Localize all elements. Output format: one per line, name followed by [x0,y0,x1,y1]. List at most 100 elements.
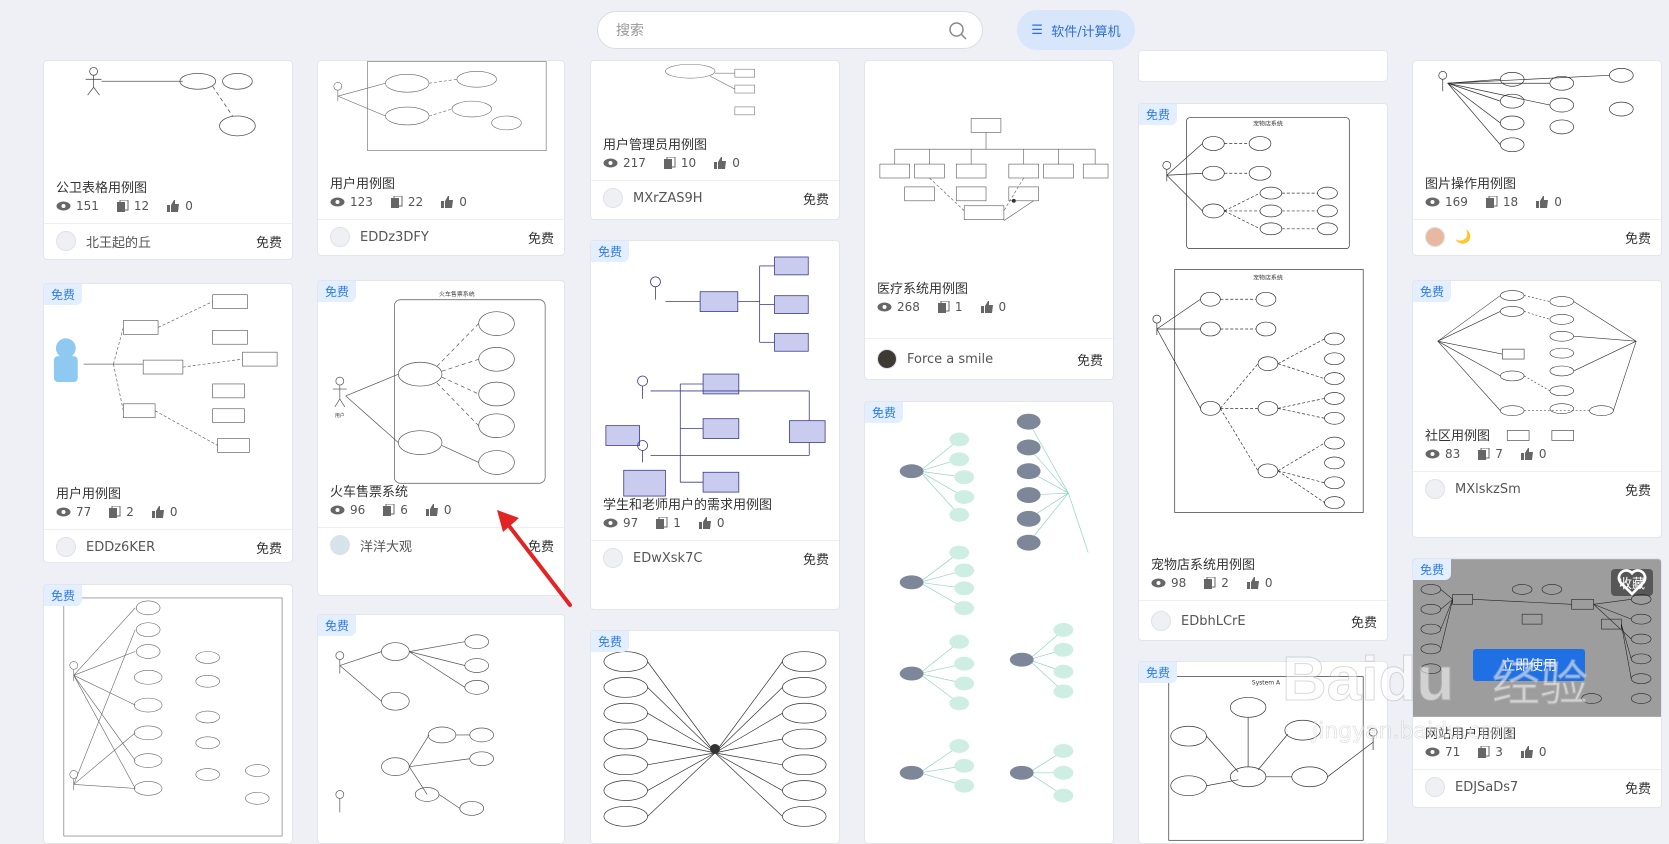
template-card[interactable]: 用户管理员用例图 217 10 0 MXrZAS9H 免费 [590,60,840,220]
search-box[interactable] [597,11,983,49]
avatar[interactable] [1425,777,1445,797]
template-card[interactable]: 图片操作用例图 169 18 0 🌙 免费 [1412,60,1662,256]
avatar[interactable] [877,349,897,369]
divider [1413,471,1661,472]
diagram-thumbnail[interactable] [591,631,839,843]
avatar[interactable] [330,227,350,247]
price-label: 免费 [1624,231,1651,247]
author-name[interactable]: EDDz6KER [86,540,155,555]
menu-icon: ☰ [1031,22,1043,38]
copy-icon [1485,196,1498,208]
copy-count: 18 [1502,195,1519,209]
diagram-thumbnail[interactable] [1413,281,1661,449]
heart-icon [1617,569,1647,596]
price-label: 免费 [802,192,829,208]
diagram-thumbnail[interactable] [591,61,839,131]
template-card[interactable]: 免费 [1138,103,1388,641]
view-count: 268 [897,300,920,314]
card-title[interactable]: 用户管理员用例图 [603,134,707,153]
free-badge: 免费 [44,284,83,305]
avatar[interactable] [330,535,350,555]
card-title[interactable]: 社区用例图 [1425,425,1490,444]
free-badge: 免费 [865,402,904,423]
diagram-thumbnail[interactable]: 火车售票系统 用户 [318,281,564,506]
template-card[interactable]: 免费 [864,401,1114,844]
thumb-up-icon [425,504,438,516]
template-card[interactable]: 免费 社区用例图 83 7 0 MXlskzSm 免费 [1412,280,1662,538]
diagram-thumbnail[interactable] [591,241,839,521]
diagram-thumbnail[interactable] [865,402,1113,843]
avatar[interactable] [56,537,76,557]
diagram-thumbnail[interactable] [44,284,292,469]
free-badge: 免费 [591,631,630,652]
copy-icon [1204,577,1216,589]
author-row: EDJSaDs7 免费 [1425,777,1651,797]
favorite-button[interactable]: 收藏 [1610,569,1653,596]
template-card[interactable]: 免费 用户用例图 77 2 0 EDDz6KER 免费 [43,283,293,563]
diagram-thumbnail[interactable] [44,61,292,171]
template-card[interactable]: 免费 [317,614,565,844]
author-name[interactable]: 洋洋大观 [360,536,412,555]
diagram-thumbnail[interactable] [318,61,564,169]
author-name[interactable]: EDbhLCrE [1181,614,1246,629]
view-count: 217 [623,156,646,170]
search-input[interactable] [614,21,938,41]
copy-count: 22 [407,195,424,209]
divider [44,223,292,224]
avatar[interactable] [603,188,623,208]
card-title[interactable]: 学生和老师用户的需求用例图 [603,494,772,513]
author-name[interactable]: 北王起的丘 [86,232,151,251]
card-title[interactable]: 医疗系统用例图 [877,278,968,297]
copy-count: 2 [126,505,134,519]
avatar[interactable] [56,231,76,251]
author-row: EDbhLCrE 免费 [1151,611,1377,631]
diagram-thumbnail[interactable] [1139,51,1387,81]
template-card[interactable] [1138,50,1388,82]
avatar[interactable] [1151,611,1171,631]
template-card[interactable]: 免费 [43,584,293,844]
eye-icon [56,201,71,211]
price-label: 免费 [1076,353,1103,369]
template-card[interactable]: 医疗系统用例图 268 1 0 Force a smile 免费 [864,60,1114,380]
copy-icon [109,506,121,518]
template-card[interactable]: 公卫表格用例图 151 12 0 北王起的丘 免费 [43,60,293,260]
template-card[interactable]: 免费 学生和老师用户的需求用例图 97 1 0 EDwXsk7C 免费 [590,240,840,610]
author-name[interactable]: Force a smile [907,352,993,367]
template-card[interactable]: 免费 [590,630,840,844]
author-name[interactable]: EDDz3DFY [360,230,429,245]
category-button[interactable]: ☰ 软件/计算机 [1017,10,1135,50]
like-count: 0 [716,516,725,530]
diagram-thumbnail[interactable] [1413,61,1661,169]
author-name[interactable]: EDJSaDs7 [1455,780,1518,795]
card-stats: 77 2 0 [56,505,196,519]
divider [591,540,839,541]
template-card[interactable]: 用户用例图 123 22 0 EDDz3DFY 免费 [317,60,565,256]
card-title[interactable]: 公卫表格用例图 [56,177,147,196]
card-title[interactable]: 火车售票系统 [330,481,408,500]
eye-icon [330,197,345,207]
price-label: 免费 [1624,483,1651,499]
card-title[interactable]: 宠物店系统用例图 [1151,554,1255,573]
diagram-thumbnail[interactable] [865,61,1113,291]
card-title[interactable]: 用户用例图 [330,173,395,192]
card-title[interactable]: 用户用例图 [56,483,121,502]
diagram-thumbnail[interactable] [318,615,564,843]
thumb-up-icon [714,157,727,169]
price-label: 免费 [802,552,829,568]
copy-icon [1478,448,1490,460]
search-icon[interactable] [948,21,968,41]
diagram-thumbnail[interactable] [44,585,292,843]
diagram-thumbnail[interactable]: 宠物店系统 宠物店系统 [1139,104,1387,554]
card-title[interactable]: 图片操作用例图 [1425,173,1516,192]
avatar[interactable] [603,548,623,568]
avatar[interactable] [1425,479,1445,499]
author-name[interactable]: 🌙 [1455,230,1471,245]
like-count: 0 [169,505,178,519]
card-stats: 217 10 0 [603,156,758,170]
author-name[interactable]: MXrZAS9H [633,191,703,206]
free-badge: 免费 [1139,104,1178,125]
avatar[interactable] [1425,227,1445,247]
author-name[interactable]: EDwXsk7C [633,551,702,566]
author-name[interactable]: MXlskzSm [1455,482,1521,497]
card-stats: 169 18 0 [1425,195,1580,209]
